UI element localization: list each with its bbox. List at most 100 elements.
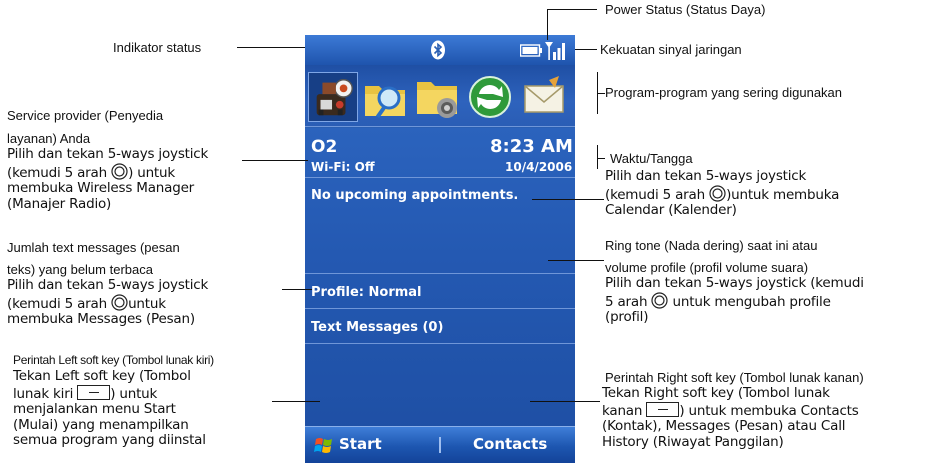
left-soft-key-instructions: Tekan Left soft key (Tombol lunak kiri )… [13,368,206,449]
signal-strength-label: Kekuatan sinyal jaringan [600,42,742,57]
battery-icon [520,44,542,57]
instruction-line: (kemudi 5 arah ) untuk [7,162,208,182]
service-provider-label-2: layanan) Anda [7,131,91,146]
leader-line [597,158,605,159]
instruction-text: untuk [128,295,166,312]
instruction-line: (Mulai) yang menampilkan [13,416,189,433]
joystick-icon [709,184,726,202]
instruction-line: lunak kiri ) untuk [13,384,206,403]
left-soft-key-label: Perintah Left soft key (Tombol lunak kir… [13,353,214,367]
divider [305,308,575,309]
start-soft-key[interactable]: Start [339,435,382,453]
joystick-icon [111,293,128,311]
instruction-text: 5 arah [605,293,652,310]
instruction-line: Calendar (Kalender) [605,202,737,218]
time-date-label: Waktu/Tangga [610,151,693,166]
instruction-line: Pilih dan tekan 5-ways joystick (kemudi [605,275,864,291]
soft-key-bar: Start Contacts [305,426,575,463]
instruction-text: ) untuk [110,385,158,402]
instruction-text: )untuk membuka [726,186,840,203]
instruction-line: (kemudi 5 arah untuk [7,293,208,313]
unread-messages-label-2: teks) yang belum terbaca [7,262,153,277]
instruction-line: (Manajer Radio) [7,195,112,212]
instruction-line: History (Riwayat Panggilan) [602,433,784,450]
appointments-item[interactable]: No upcoming appointments. [311,188,518,203]
ring-tone-label: Ring tone (Nada dering) saat ini atau [605,238,818,253]
right-soft-key-instructions: Tekan Right soft key (Tombol lunak kanan… [602,385,859,450]
divider [305,273,575,274]
instruction-line: menjalankan menu Start [13,401,176,417]
unread-messages-instructions: Pilih dan tekan 5-ways joystick (kemudi … [7,277,209,328]
activesync-icon[interactable] [465,72,515,122]
instruction-line: Pilih dan tekan 5-ways joystick [605,168,807,184]
leader-line [597,145,598,169]
phone-screen: O2 8:23 AM Wi-Fi: Off 10/4/2006 No upcom… [305,35,575,463]
ring-tone-instructions: Pilih dan tekan 5-ways joystick (kemudi … [605,275,864,326]
joystick-icon [651,291,669,309]
leader-line [532,199,604,200]
instruction-line: (profil) [605,309,649,325]
instruction-text: kanan [602,402,647,419]
windows-flag-icon [314,438,332,453]
right-soft-key-label: Perintah Right soft key (Tombol lunak ka… [605,370,864,385]
service-provider-instructions: Pilih dan tekan 5-ways joystick (kemudi … [7,146,209,212]
instruction-text: untuk mengubah profile [668,293,831,310]
instruction-line: membuka Wireless Manager [7,180,195,196]
divider [305,177,575,178]
today-screen: O2 8:23 AM Wi-Fi: Off 10/4/2006 No upcom… [305,128,575,443]
leader-line [282,289,312,290]
frequent-programs-label: Program-program yang sering digunakan [605,85,843,100]
games-icon[interactable] [308,72,358,122]
time-date-instructions: Pilih dan tekan 5-ways joystick (kemudi … [605,168,840,219]
instruction-line: Pilih dan tekan 5-ways joystick [7,146,209,162]
instruction-text: ) untuk membuka Contacts [679,402,859,419]
instruction-line: (Kontak), Messages (Pesan) atau Call [602,418,846,434]
leader-line [237,47,305,48]
joystick-icon [111,162,128,180]
leader-line [272,401,320,402]
instruction-text: (kemudi 5 arah [605,186,710,203]
leader-line [547,9,548,40]
leader-line [597,93,605,94]
unread-messages-label: Jumlah text messages (pesan [7,240,180,255]
wifi-status[interactable]: Wi-Fi: Off [311,160,375,174]
instruction-text: (kemudi 5 arah [7,295,112,312]
instruction-text: (kemudi 5 arah [7,164,112,181]
contacts-soft-key[interactable]: Contacts [473,435,547,453]
soft-key-icon [646,401,680,417]
instruction-line: (kemudi 5 arah )untuk membuka [605,184,840,204]
text-messages-item[interactable]: Text Messages (0) [311,320,443,335]
signal-strength-icon [545,42,565,60]
divider [305,343,575,344]
soft-key-divider [439,437,441,453]
instruction-line: membuka Messages (Pesan) [7,311,195,327]
instruction-line: semua program yang diinstal [13,432,206,448]
ring-tone-label-2: volume profile (profil volume suara) [605,260,809,275]
service-provider-label: Service provider (Penyedia [7,108,164,123]
instruction-line: 5 arah untuk mengubah profile [605,291,864,311]
leader-line [575,49,597,50]
instruction-line: Tekan Left soft key (Tombol [13,368,191,384]
profile-item[interactable]: Profile: Normal [311,285,422,300]
soft-key-icon [77,384,111,400]
instruction-line: Pilih dan tekan 5-ways joystick [7,277,209,293]
instruction-line: Tekan Right soft key (Tombol lunak [602,385,830,401]
instruction-text: lunak kiri [13,385,78,402]
leader-line [242,160,308,161]
instruction-line: kanan ) untuk membuka Contacts [602,401,859,420]
status-indicator-label: Indikator status [113,40,202,55]
leader-line [547,9,597,10]
search-icon[interactable] [361,72,411,122]
clock[interactable]: 8:23 AM [490,136,573,157]
date[interactable]: 10/4/2006 [505,160,572,174]
messaging-icon[interactable] [519,72,569,122]
instruction-text: ) untuk [128,164,176,181]
leader-line [530,401,600,402]
power-status-label: Power Status (Status Daya) [605,2,766,17]
leader-line [548,260,604,261]
program-shortcut-strip [305,65,575,127]
status-bar [305,35,575,65]
bluetooth-icon [431,40,445,60]
carrier-name[interactable]: O2 [311,137,337,157]
file-explorer-icon[interactable] [413,72,463,122]
